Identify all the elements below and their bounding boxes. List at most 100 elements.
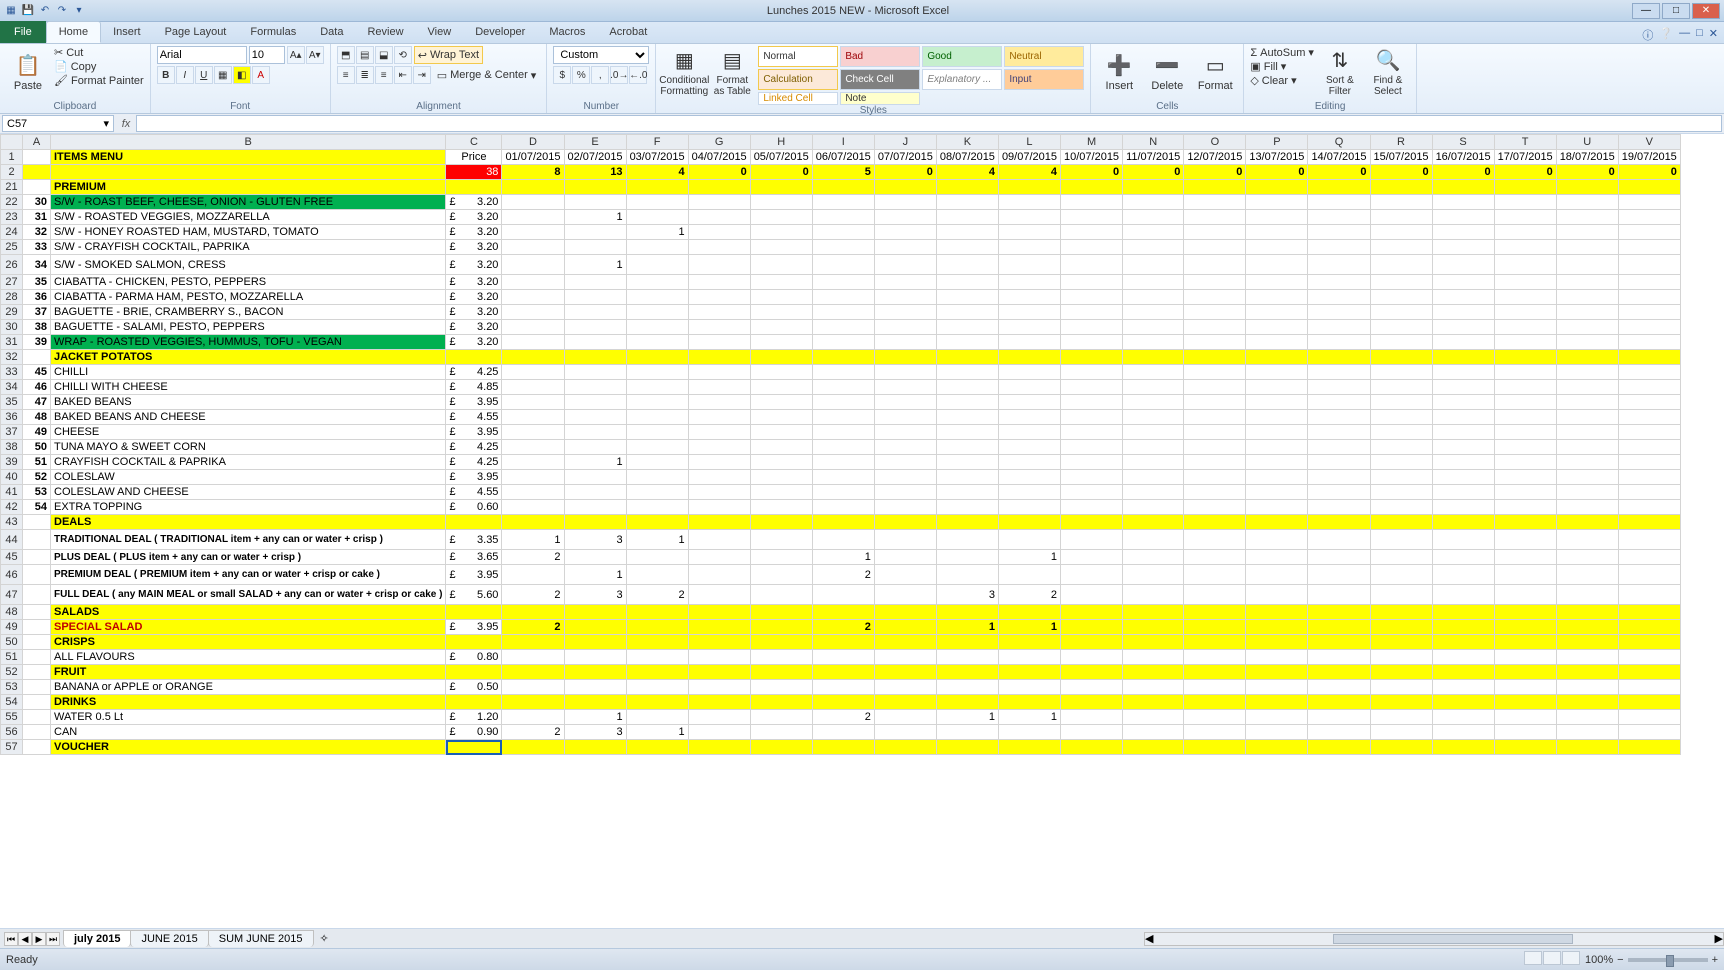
cell[interactable]: 0 (1432, 165, 1494, 180)
cell[interactable] (1432, 650, 1494, 665)
column-header[interactable]: N (1123, 135, 1184, 150)
cell[interactable] (812, 180, 874, 195)
column-header[interactable]: G (688, 135, 750, 150)
cell[interactable] (1061, 275, 1123, 290)
cell[interactable] (1308, 335, 1370, 350)
cell[interactable] (1370, 665, 1432, 680)
cell[interactable] (1494, 335, 1556, 350)
cell[interactable] (1618, 500, 1680, 515)
cell[interactable] (1494, 180, 1556, 195)
cell[interactable]: 3 (564, 585, 626, 605)
cell[interactable] (750, 195, 812, 210)
cell[interactable] (502, 320, 564, 335)
cell[interactable] (874, 210, 936, 225)
cell[interactable] (1432, 665, 1494, 680)
cell[interactable] (936, 440, 998, 455)
cell[interactable] (23, 635, 51, 650)
cell[interactable]: S/W - HONEY ROASTED HAM, MUSTARD, TOMATO (51, 225, 446, 240)
cell[interactable] (1494, 320, 1556, 335)
sort-filter-button[interactable]: ⇅Sort & Filter (1318, 46, 1362, 98)
row-header[interactable]: 22 (1, 195, 23, 210)
cell[interactable] (1184, 635, 1246, 650)
cell[interactable] (1494, 470, 1556, 485)
tab-acrobat[interactable]: Acrobat (597, 21, 659, 43)
cell[interactable]: ALL FLAVOURS (51, 650, 446, 665)
cell[interactable] (1123, 225, 1184, 240)
cell[interactable] (998, 320, 1060, 335)
row-header[interactable]: 24 (1, 225, 23, 240)
cell[interactable] (502, 180, 564, 195)
cell[interactable] (1308, 350, 1370, 365)
cell[interactable] (1432, 210, 1494, 225)
cell[interactable] (1308, 275, 1370, 290)
cell[interactable] (1432, 425, 1494, 440)
row-header[interactable]: 2 (1, 165, 23, 180)
cell[interactable] (1432, 180, 1494, 195)
cell[interactable]: £3.95 (446, 395, 502, 410)
cell[interactable] (874, 605, 936, 620)
cell[interactable] (1618, 665, 1680, 680)
cell[interactable] (564, 425, 626, 440)
cell[interactable] (1618, 515, 1680, 530)
cell[interactable] (1432, 440, 1494, 455)
cell[interactable] (23, 605, 51, 620)
cell[interactable] (1246, 290, 1308, 305)
conditional-formatting-button[interactable]: ▦Conditional Formatting (662, 46, 706, 98)
row-header[interactable]: 32 (1, 350, 23, 365)
cell[interactable] (1308, 635, 1370, 650)
row-header[interactable]: 35 (1, 395, 23, 410)
cell[interactable] (688, 620, 750, 635)
cell[interactable] (1308, 320, 1370, 335)
cell[interactable] (750, 455, 812, 470)
row-header[interactable]: 25 (1, 240, 23, 255)
cell[interactable] (1494, 425, 1556, 440)
cell[interactable] (812, 380, 874, 395)
cell[interactable]: 2 (502, 550, 564, 565)
cell[interactable] (998, 410, 1060, 425)
cell[interactable] (1432, 255, 1494, 275)
cell[interactable] (1432, 515, 1494, 530)
cell[interactable]: £0.60 (446, 500, 502, 515)
cell[interactable] (1308, 565, 1370, 585)
cell[interactable] (812, 455, 874, 470)
style-linked-cell[interactable]: Linked Cell (758, 92, 838, 105)
cell[interactable] (1556, 650, 1618, 665)
cell[interactable] (1494, 365, 1556, 380)
row-header[interactable]: 29 (1, 305, 23, 320)
cell[interactable] (936, 305, 998, 320)
cell[interactable] (874, 585, 936, 605)
tab-developer[interactable]: Developer (463, 21, 537, 43)
cell[interactable]: 06/07/2015 (812, 150, 874, 165)
cell[interactable] (502, 565, 564, 585)
autosum-button[interactable]: ΣAutoSum▾ (1250, 46, 1314, 59)
cell[interactable] (1370, 350, 1432, 365)
cell[interactable] (1556, 485, 1618, 500)
cell[interactable] (1061, 255, 1123, 275)
cell[interactable] (564, 665, 626, 680)
cell[interactable] (23, 550, 51, 565)
cell[interactable]: 2 (998, 585, 1060, 605)
cell[interactable]: £3.20 (446, 335, 502, 350)
border-button[interactable]: ▦ (214, 66, 232, 84)
cell[interactable] (1618, 365, 1680, 380)
cell[interactable] (998, 255, 1060, 275)
help-icon[interactable]: ❔ (1659, 27, 1673, 43)
cell[interactable] (998, 565, 1060, 585)
bold-button[interactable]: B (157, 66, 175, 84)
cell[interactable] (1061, 290, 1123, 305)
cell[interactable] (998, 365, 1060, 380)
cell[interactable]: S/W - ROAST BEEF, CHEESE, ONION - GLUTEN… (51, 195, 446, 210)
cell[interactable] (1370, 210, 1432, 225)
cell[interactable] (874, 320, 936, 335)
cell[interactable] (874, 620, 936, 635)
cell[interactable]: 46 (23, 380, 51, 395)
cell[interactable]: S/W - CRAYFISH COCKTAIL, PAPRIKA (51, 240, 446, 255)
cell[interactable] (1184, 470, 1246, 485)
cell[interactable]: £4.25 (446, 365, 502, 380)
cell[interactable]: 0 (1184, 165, 1246, 180)
cell[interactable]: COLESLAW (51, 470, 446, 485)
cell[interactable] (502, 305, 564, 320)
cell[interactable] (1061, 515, 1123, 530)
cell[interactable] (998, 530, 1060, 550)
cell[interactable] (1618, 680, 1680, 695)
